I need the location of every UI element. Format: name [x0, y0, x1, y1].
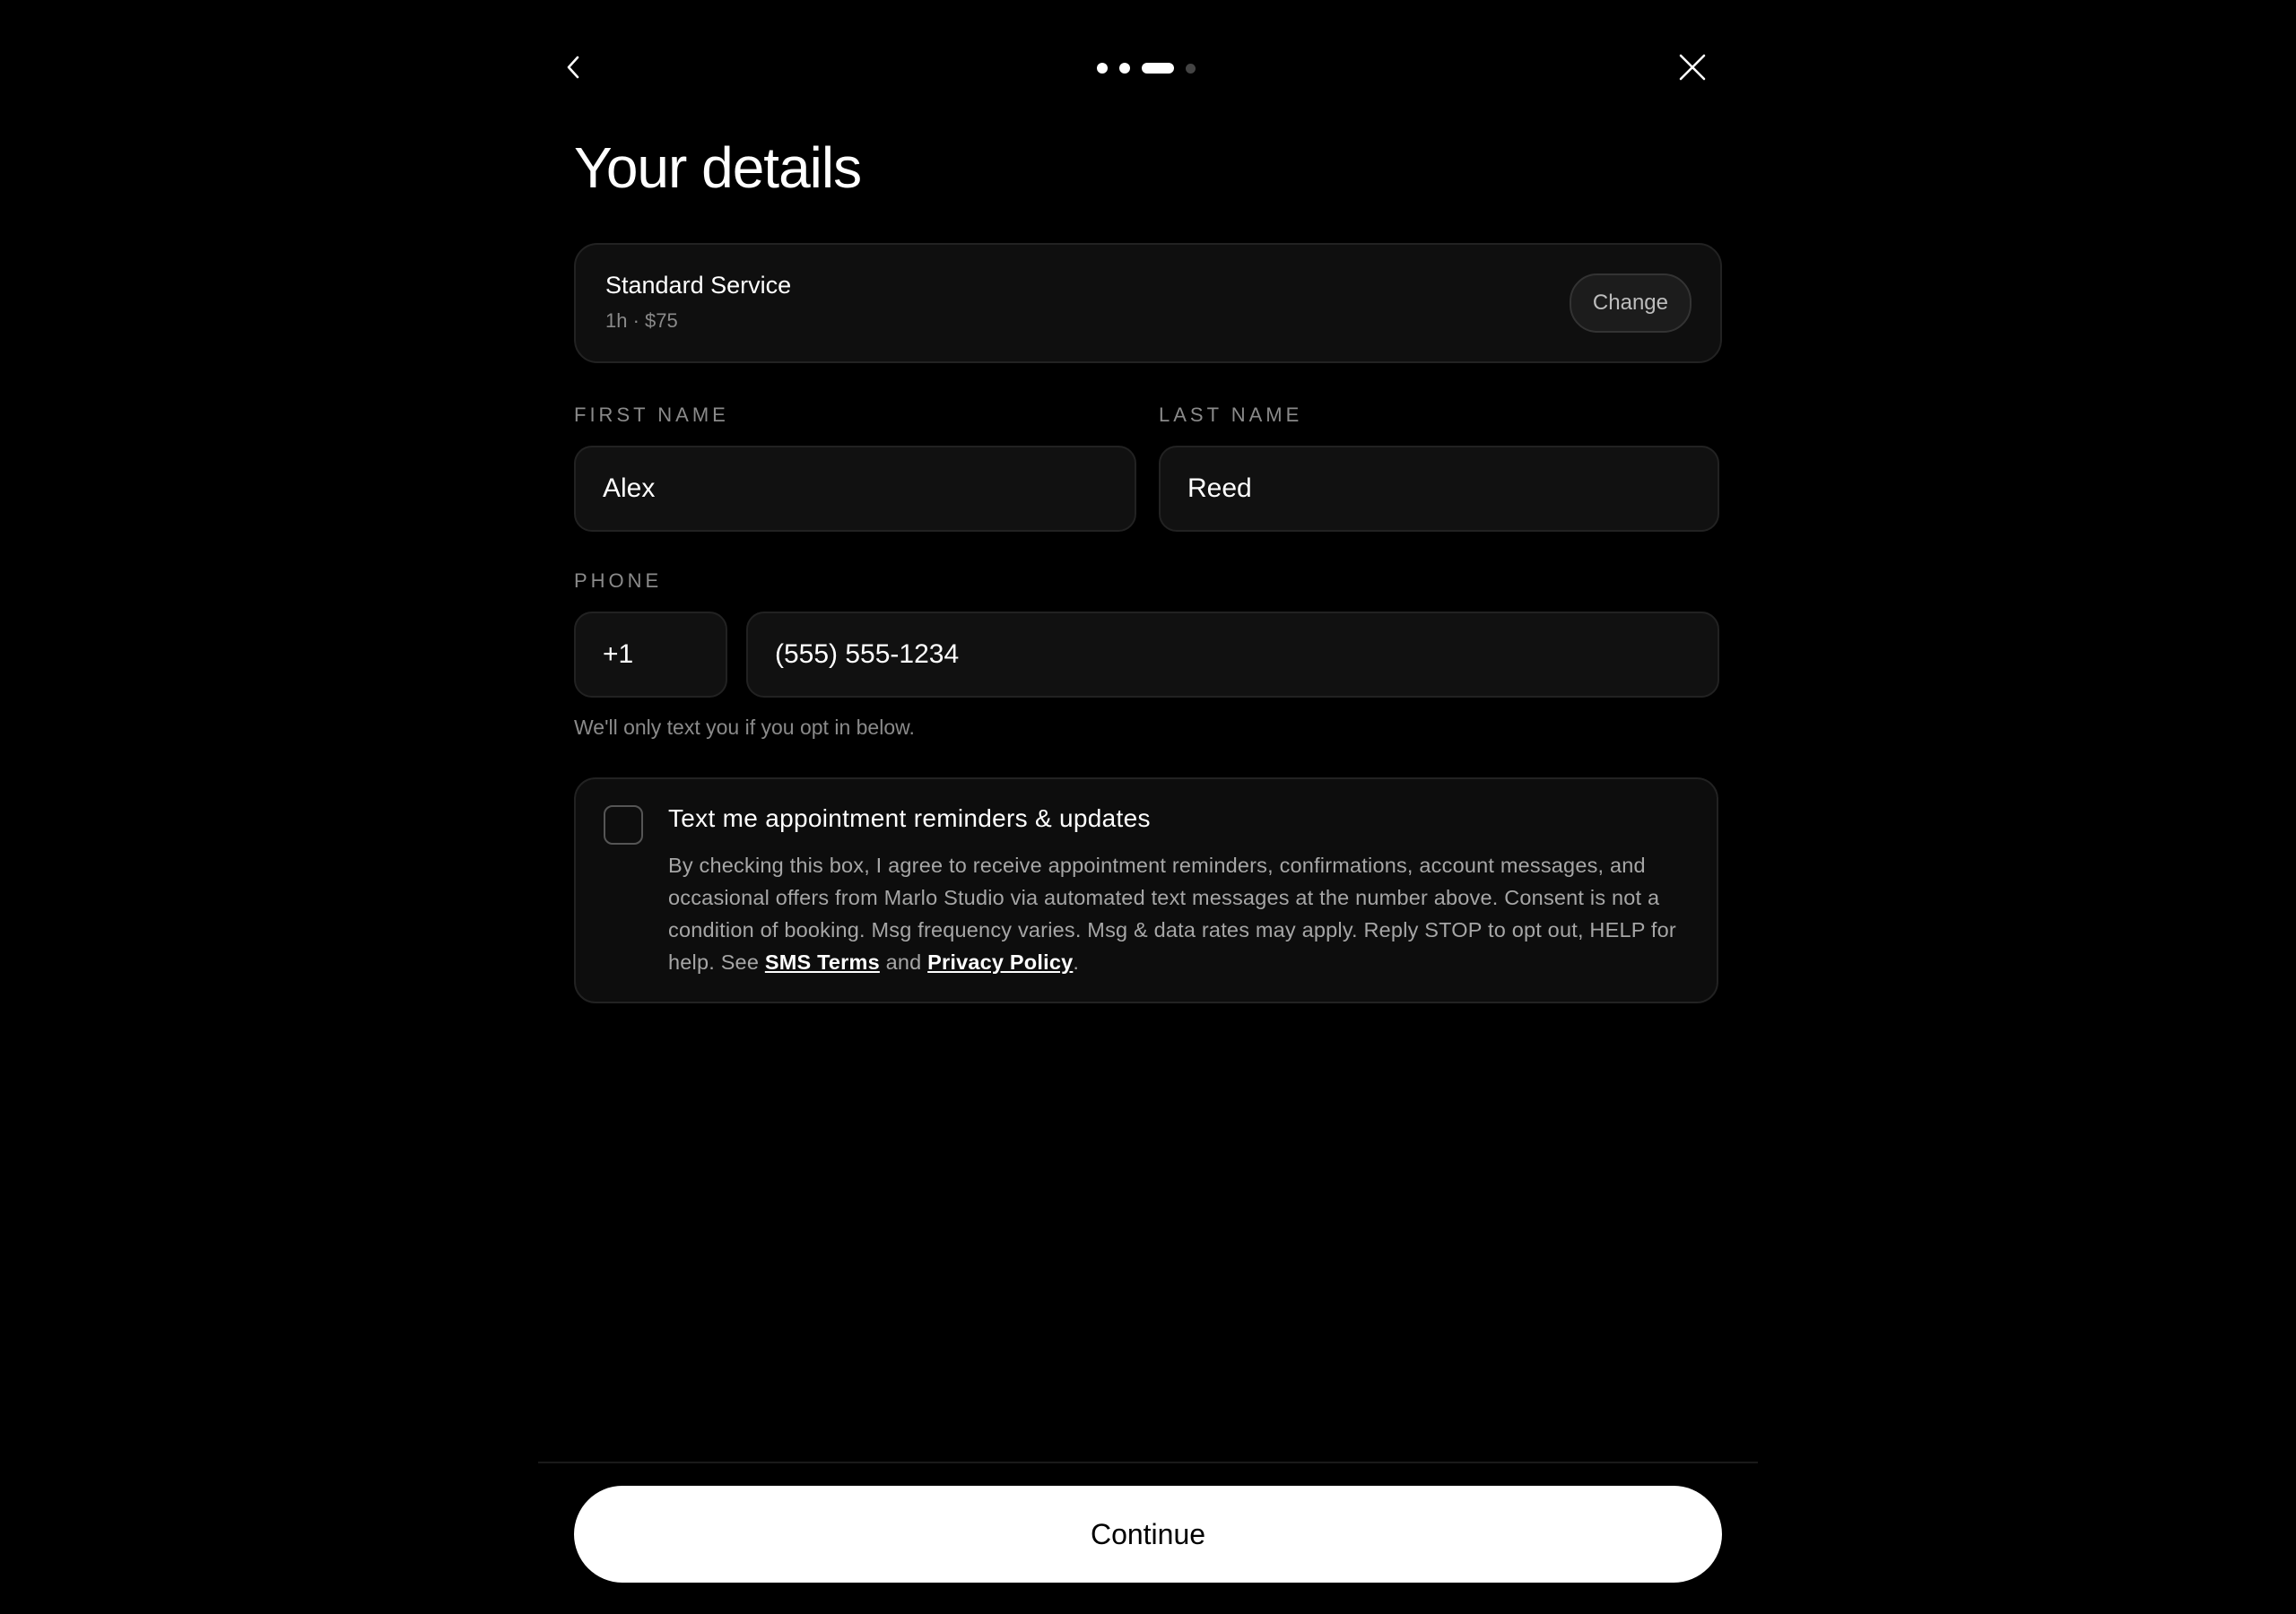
chevron-left-icon: [567, 56, 579, 79]
selected-service-card: Standard Service 1h · $75 Change: [574, 243, 1722, 363]
privacy-policy-link[interactable]: Privacy Policy: [927, 950, 1073, 974]
close-button[interactable]: [1664, 39, 1721, 96]
continue-button[interactable]: Continue: [574, 1486, 1722, 1583]
step-progress: [1097, 62, 1196, 74]
last-name-input[interactable]: [1161, 447, 1718, 530]
back-button[interactable]: [545, 39, 603, 96]
progress-step-3-current: [1142, 63, 1174, 74]
page-title: Your details: [574, 135, 862, 200]
progress-step-2: [1119, 63, 1130, 74]
service-name: Standard Service: [605, 272, 792, 299]
booking-panel: Your details Standard Service 1h · $75 C…: [538, 0, 1758, 1614]
change-service-button[interactable]: Change: [1569, 273, 1692, 333]
close-icon: [1679, 54, 1706, 81]
phone-helper-text: We'll only text you if you opt in below.: [574, 716, 915, 739]
first-name-label: FIRST NAME: [574, 404, 729, 426]
first-name-field-wrapper: [574, 446, 1136, 532]
booking-screen: Your details Standard Service 1h · $75 C…: [0, 0, 2296, 1614]
progress-step-4: [1186, 63, 1196, 74]
footer-divider: [538, 1462, 1758, 1463]
service-duration-price: 1h · $75: [605, 309, 678, 332]
sms-consent-card: Text me appointment reminders & updates …: [574, 777, 1718, 1003]
consent-and-text: and: [879, 950, 928, 974]
consent-suffix: .: [1073, 950, 1080, 974]
progress-step-1: [1097, 63, 1108, 74]
phone-label: PHONE: [574, 569, 663, 592]
country-code-field-wrapper: [574, 612, 727, 698]
sms-consent-title: Text me appointment reminders & updates: [668, 804, 1151, 832]
sms-consent-checkbox[interactable]: [604, 805, 643, 845]
country-code-input[interactable]: [576, 613, 726, 696]
first-name-input[interactable]: [576, 447, 1135, 530]
sms-consent-body: By checking this box, I agree to receive…: [668, 849, 1691, 978]
last-name-field-wrapper: [1159, 446, 1719, 532]
last-name-label: LAST NAME: [1159, 404, 1303, 426]
phone-field-wrapper: [746, 612, 1719, 698]
sms-terms-link[interactable]: SMS Terms: [765, 950, 880, 974]
phone-input[interactable]: [748, 613, 1718, 696]
